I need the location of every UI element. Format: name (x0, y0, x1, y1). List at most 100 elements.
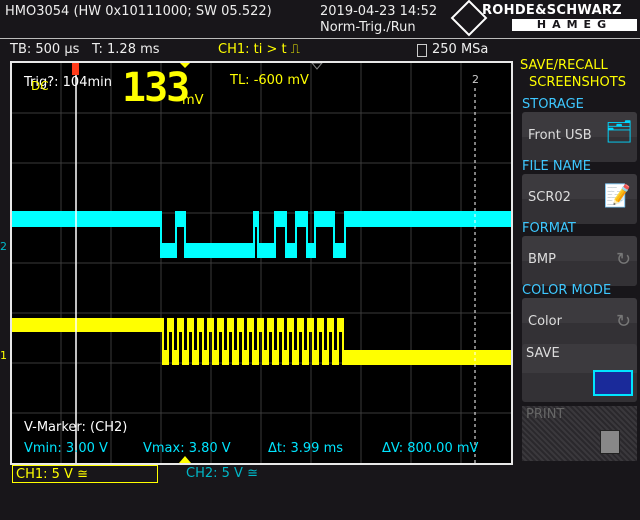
ch1-trace (343, 350, 511, 365)
ch2-trace (286, 243, 296, 258)
delta-t-value: Δt: 3.99 ms (268, 441, 344, 456)
ch2-trace (315, 211, 334, 227)
ch1-trace-edge (207, 318, 209, 365)
ch2-trace-edge (344, 211, 346, 258)
vmax-value: Vmax: 3.80 V (143, 441, 231, 456)
ch1-trace-edge (257, 318, 259, 365)
ch1-trace-edge (177, 318, 179, 365)
brand-name: ROHDE&SCHWARZ (482, 3, 622, 18)
sample-rate: 250 MSa (432, 42, 489, 57)
timebase[interactable]: TB: 500 µs (10, 42, 79, 57)
ch1-trace-edge (232, 318, 234, 365)
ch1-trace-edge (217, 318, 219, 365)
delta-v-value: ΔV: 800.00 mV (382, 441, 479, 456)
cursor-2-label: 2 (472, 73, 479, 86)
menu-title: SAVE/RECALL (520, 58, 608, 73)
ch1-trace-edge (182, 318, 184, 365)
ch1-trace-edge (162, 318, 164, 365)
vmin-value: Vmin: 3.00 V (24, 441, 108, 456)
waveform-display[interactable]: Trig?: 104min DC 133 mV TL: -600 mV 2 V-… (10, 61, 513, 465)
ch1-trace-edge (287, 318, 289, 365)
waveform-svg (12, 63, 511, 463)
trigger-position-marker (72, 63, 79, 75)
ch2-trace (161, 243, 176, 258)
menu-subtitle: SCREENSHOTS (529, 75, 626, 90)
datetime: 2019-04-23 14:52 (320, 4, 438, 19)
notepad-pen-icon: 📝 (603, 184, 631, 209)
print-label: PRINT (526, 407, 565, 422)
print-button[interactable]: PRINT (522, 406, 637, 461)
color-mode-button[interactable]: Color ↻ (522, 298, 637, 348)
ch2-trace-edge (257, 211, 259, 258)
coupling: DC (31, 79, 49, 93)
camera-save-icon (593, 370, 633, 396)
ch1-badge[interactable]: CH1: 5 V ≅ (12, 465, 158, 483)
ch1-trace-edge (282, 318, 284, 365)
ch1-trace-edge (197, 318, 199, 365)
ch2-trace (334, 243, 345, 258)
ch1-trace-edge (272, 318, 274, 365)
ch2-trace (12, 211, 161, 227)
ch1-trace-edge (327, 318, 329, 365)
format-button[interactable]: BMP ↻ (522, 236, 637, 286)
ch2-trace (176, 211, 185, 227)
ch1-trace-edge (222, 318, 224, 365)
ch2-trace-edge (314, 211, 316, 258)
trigger-level: TL: -600 mV (230, 73, 309, 88)
ch2-trace (275, 211, 286, 227)
ch1-trace-edge (292, 318, 294, 365)
header-divider (0, 38, 640, 39)
format-value: BMP (528, 252, 556, 267)
device-info: HMO3054 (HW 0x10111000; SW 05.522) (5, 4, 272, 19)
acquire-icon (417, 44, 427, 57)
ch2-trace-edge (160, 211, 162, 258)
ch1-trace-edge (252, 318, 254, 365)
ch2-trace-edge (306, 211, 308, 258)
ch1-trace-edge (337, 318, 339, 365)
ch1-trace-edge (187, 318, 189, 365)
trigger-time[interactable]: T: 1.28 ms (92, 42, 160, 57)
ch2-ground-marker[interactable]: 2 (0, 240, 7, 253)
ch1-trace-edge (342, 318, 344, 365)
ch2-trace-edge (184, 211, 186, 258)
storage-value: Front USB (528, 128, 592, 143)
storage-label: STORAGE (522, 97, 584, 112)
ch1-trace (12, 318, 163, 332)
save-button[interactable]: SAVE (522, 344, 637, 402)
brand-sub: HAMEG (512, 19, 637, 31)
ch2-trace-edge (274, 211, 276, 258)
ch1-trace-edge (332, 318, 334, 365)
color-mode-label: COLOR MODE (522, 283, 612, 298)
filename-label: FILE NAME (522, 159, 591, 174)
ch1-trace-edge (262, 318, 264, 365)
ch2-trace (345, 211, 511, 227)
trigger-level-marker (311, 63, 323, 70)
ch1-trace-edge (202, 318, 204, 365)
ch2-trace (258, 243, 275, 258)
ch1-trace-edge (212, 318, 214, 365)
ch1-ground-marker[interactable]: 1 (0, 349, 7, 362)
ch1-trace-edge (317, 318, 319, 365)
filename-button[interactable]: SCR02 📝 (522, 174, 637, 224)
folder-tree-icon: 🗂 (605, 120, 633, 145)
ch1-trace-edge (302, 318, 304, 365)
ch2-trace-edge (253, 211, 255, 258)
cycle-arrow-icon: ↻ (615, 249, 631, 270)
trigger-marker-bottom (179, 456, 191, 463)
ch1-trace-edge (322, 318, 324, 365)
ch1-trace-edge (192, 318, 194, 365)
ch1-trace-edge (242, 318, 244, 365)
storage-button[interactable]: Front USB 🗂 (522, 112, 637, 162)
ch2-trace (307, 243, 315, 258)
ch1-trace-edge (277, 318, 279, 365)
ch2-badge[interactable]: CH2: 5 V ≅ (183, 465, 261, 483)
ch2-trace-edge (295, 211, 297, 258)
filename-value: SCR02 (528, 190, 571, 205)
trigger-setting[interactable]: CH1: ti > t ⎍ (218, 42, 300, 57)
cycle-arrow-icon: ↻ (615, 311, 631, 332)
vmarker-title: V-Marker: (CH2) (24, 420, 128, 435)
ch1-trace-edge (167, 318, 169, 365)
ch1-trace-edge (172, 318, 174, 365)
trigger-status: Norm-Trig./Run (320, 20, 416, 35)
measurement-value: 133 (122, 65, 190, 111)
